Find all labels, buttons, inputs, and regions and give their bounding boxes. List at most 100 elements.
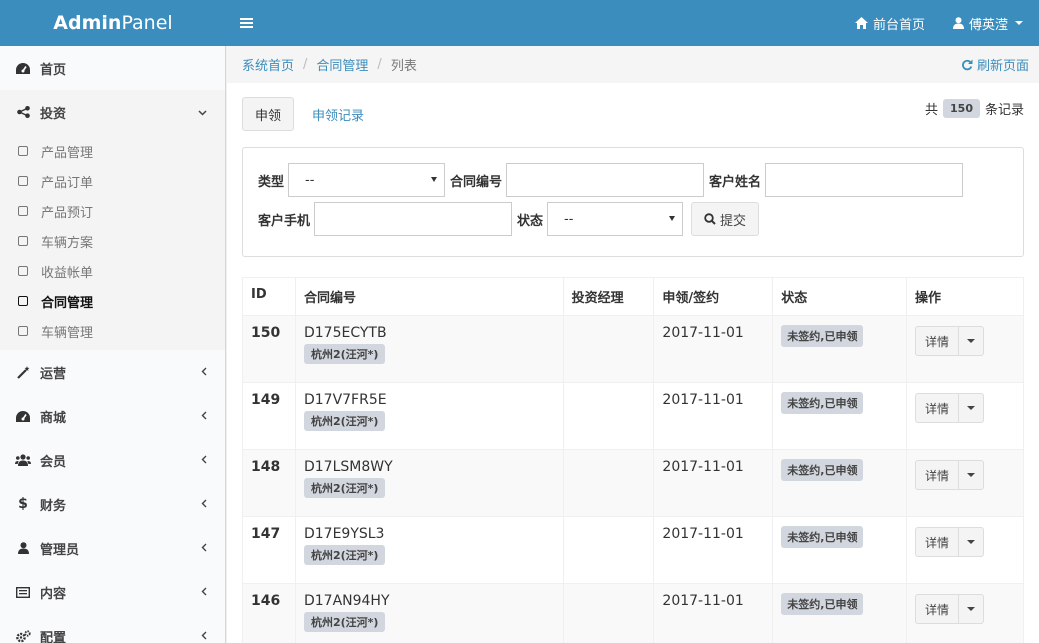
sidebar-item-config[interactable]: 配置 <box>0 614 225 643</box>
breadcrumb: 系统首页 / 合同管理 / 列表 刷新页面 <box>227 46 1039 83</box>
table-header-row: ID 合同编号 投资经理 申领/签约 状态 操作 <box>242 277 1024 316</box>
status-select[interactable]: -- <box>547 202 684 236</box>
record-count: 共 150 条记录 <box>925 98 1024 118</box>
location-badge: 杭州2(汪河*) <box>303 411 386 431</box>
caret-down-icon <box>967 339 976 343</box>
detail-button[interactable]: 详情 <box>916 595 960 623</box>
action-button-group: 详情 <box>915 393 985 423</box>
sidebar-subitem[interactable]: 车辆管理 <box>0 316 225 346</box>
sidebar-item-admins[interactable]: 管理员 <box>0 526 225 570</box>
row-contract-cell: D17LSM8WY 杭州2(汪河*) <box>294 449 564 517</box>
square-icon <box>18 206 28 216</box>
logo-bold: Admin <box>53 12 122 34</box>
row-actions-cell: 详情 <box>906 516 1024 584</box>
sidebar-subitem[interactable]: 车辆方案 <box>0 226 225 256</box>
bars-icon[interactable] <box>240 14 253 33</box>
location-badge: 杭州2(汪河*) <box>303 344 386 364</box>
tab-claim[interactable]: 申领 <box>242 97 295 131</box>
action-dropdown-toggle[interactable] <box>959 394 983 422</box>
refresh-button[interactable]: 刷新页面 <box>961 55 1029 74</box>
user-icon <box>14 542 32 554</box>
status-select-value: -- <box>564 211 574 227</box>
breadcrumb-home[interactable]: 系统首页 <box>242 55 294 74</box>
table-row: 147 D17E9YSL3 杭州2(汪河*) 2017-11-01 未签约,已申领… <box>242 516 1024 584</box>
home-icon <box>854 17 868 29</box>
cogs-icon <box>14 629 32 643</box>
location-badge: 杭州2(汪河*) <box>303 612 386 632</box>
customer-phone-input[interactable] <box>314 202 513 236</box>
detail-button[interactable]: 详情 <box>916 528 960 556</box>
caret-down-icon <box>1015 21 1023 25</box>
chevron-left-icon <box>201 365 207 379</box>
action-dropdown-toggle[interactable] <box>959 528 983 556</box>
sidebar-item-operation[interactable]: 运营 <box>0 350 225 394</box>
customer-phone-label: 客户手机 <box>258 213 311 229</box>
table-row: 149 D17V7FR5E 杭州2(汪河*) 2017-11-01 未签约,已申领… <box>242 382 1024 450</box>
share-icon <box>14 106 32 118</box>
type-select[interactable]: -- <box>288 163 446 197</box>
sidebar-item-members[interactable]: 会员 <box>0 438 225 482</box>
row-actions-cell: 详情 <box>906 583 1024 643</box>
user-icon <box>952 17 964 29</box>
action-button-group: 详情 <box>915 594 985 624</box>
row-id: 147 <box>242 516 296 584</box>
customer-name-input[interactable] <box>765 163 964 197</box>
location-badge: 杭州2(汪河*) <box>303 545 386 565</box>
action-dropdown-toggle[interactable] <box>959 595 983 623</box>
breadcrumb-separator: / <box>377 57 382 72</box>
status-badge: 未签约,已申领 <box>781 392 864 414</box>
user-menu[interactable]: 傅英滢 <box>952 14 1023 33</box>
table-row: 150 D175ECYTB 杭州2(汪河*) 2017-11-01 未签约,已申领… <box>242 315 1024 383</box>
record-prefix: 共 <box>925 102 939 118</box>
detail-button[interactable]: 详情 <box>916 394 960 422</box>
detail-button[interactable]: 详情 <box>916 327 960 355</box>
contract-number: D17LSM8WY <box>303 459 393 475</box>
home-link-label: 前台首页 <box>872 17 925 33</box>
sidebar-item-finance[interactable]: $ 财务 <box>0 482 225 526</box>
sidebar-subitem-contracts[interactable]: 合同管理 <box>0 286 225 316</box>
submit-button[interactable]: 提交 <box>691 202 760 236</box>
column-header-id[interactable]: ID <box>242 277 296 316</box>
status-badge: 未签约,已申领 <box>781 526 864 548</box>
users-icon <box>14 454 32 466</box>
sidebar-item-content[interactable]: 内容 <box>0 570 225 614</box>
row-contract-cell: D17V7FR5E 杭州2(汪河*) <box>294 382 564 450</box>
sidebar-item-home[interactable]: 首页 <box>0 46 225 90</box>
sidebar-subitem[interactable]: 产品管理 <box>0 136 225 166</box>
contract-number: D17AN94HY <box>303 593 390 609</box>
dashboard-icon <box>14 410 32 422</box>
column-header-manager[interactable]: 投资经理 <box>562 277 655 316</box>
type-label: 类型 <box>258 174 285 190</box>
contract-no-input[interactable] <box>506 163 705 197</box>
sidebar-subitem[interactable]: 产品预订 <box>0 196 225 226</box>
sidebar-subitem[interactable]: 收益帐单 <box>0 256 225 286</box>
column-header-date[interactable]: 申领/签约 <box>653 277 774 316</box>
sidebar-item-label: 财务 <box>40 498 67 514</box>
contract-number: D175ECYTB <box>303 325 387 341</box>
row-manager <box>562 449 655 517</box>
breadcrumb-contracts[interactable]: 合同管理 <box>316 55 368 74</box>
dashboard-icon <box>14 62 32 74</box>
row-status-cell: 未签约,已申领 <box>772 516 908 584</box>
tab-claim-records[interactable]: 申领记录 <box>300 97 376 131</box>
detail-button[interactable]: 详情 <box>916 461 960 489</box>
select-arrow-icon <box>669 216 676 221</box>
breadcrumb-separator: / <box>303 57 308 72</box>
sidebar-item-mall[interactable]: 商城 <box>0 394 225 438</box>
caret-down-icon <box>967 473 976 477</box>
action-dropdown-toggle[interactable] <box>959 327 983 355</box>
column-header-status[interactable]: 状态 <box>772 277 908 316</box>
action-dropdown-toggle[interactable] <box>959 461 983 489</box>
row-contract-cell: D17E9YSL3 杭州2(汪河*) <box>294 516 564 584</box>
sidebar-item-label: 运营 <box>40 366 67 382</box>
sidebar-item-invest[interactable]: 投资 <box>0 90 225 134</box>
frontend-home-link[interactable]: 前台首页 <box>854 14 925 33</box>
row-status-cell: 未签约,已申领 <box>772 583 908 643</box>
logo[interactable]: Admin Panel <box>0 0 226 46</box>
filter-form: 类型 -- 合同编号 客户姓名 客户手机 状态 -- 提交 <box>242 147 1024 257</box>
column-header-contract[interactable]: 合同编号 <box>294 277 564 316</box>
status-label: 状态 <box>517 213 544 229</box>
sidebar-submenu-invest: 产品管理 产品订单 产品预订 车辆方案 收益帐单 合同管理 车辆管理 <box>0 134 225 350</box>
sidebar-subitem[interactable]: 产品订单 <box>0 166 225 196</box>
row-id: 149 <box>242 382 296 450</box>
